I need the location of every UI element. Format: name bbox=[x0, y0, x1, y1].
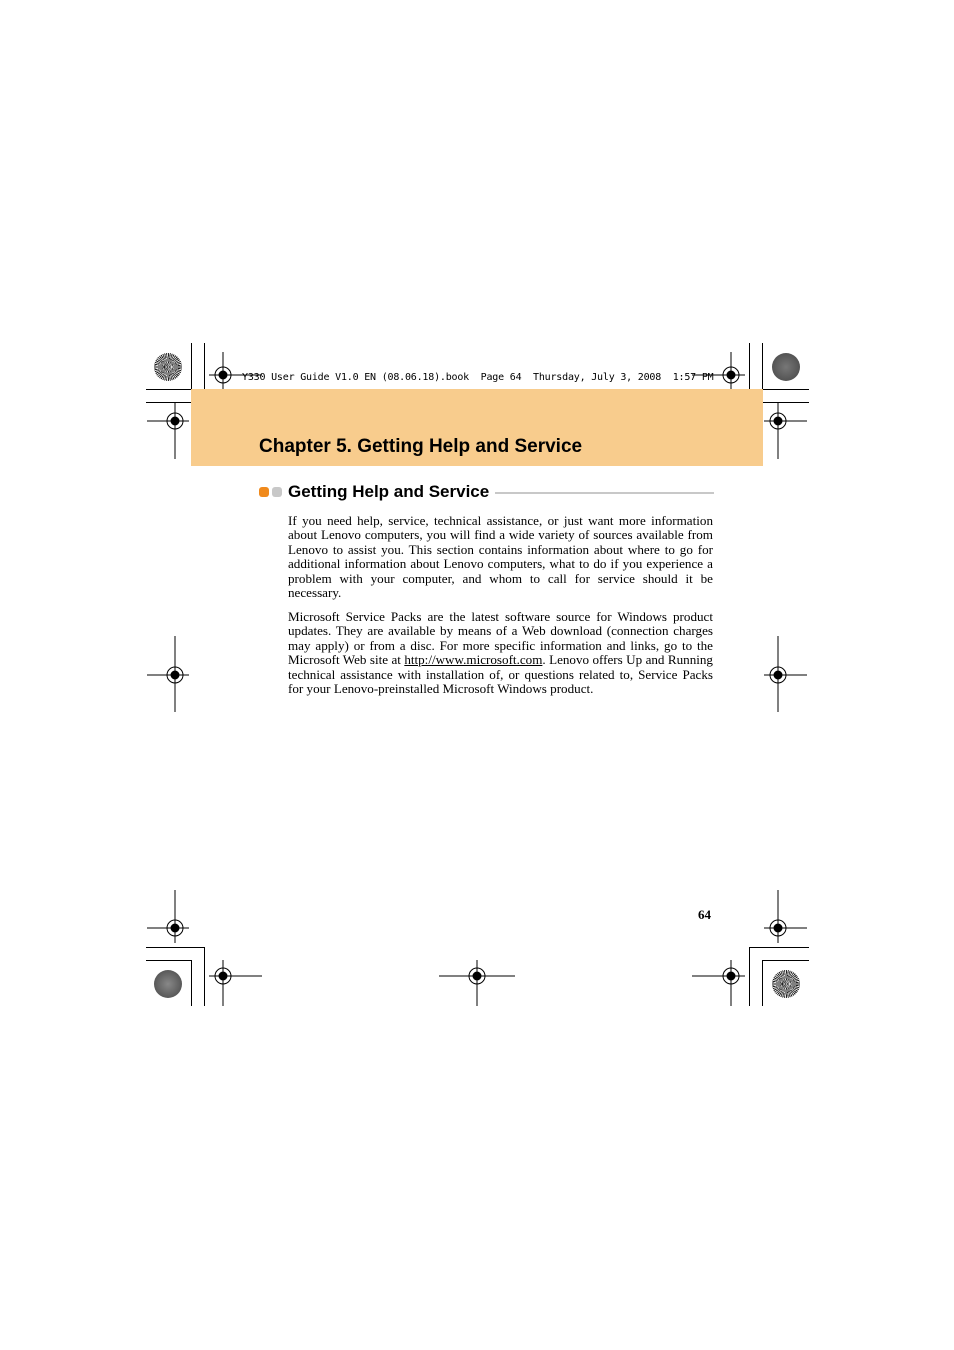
registration-mark-icon bbox=[692, 960, 745, 1006]
section-title: Getting Help and Service bbox=[288, 482, 490, 501]
gray-bullet-icon bbox=[272, 487, 282, 497]
paragraph-intro: If you need help, service, technical ass… bbox=[288, 513, 713, 601]
registration-mark-icon bbox=[147, 403, 189, 459]
registration-mark-icon bbox=[764, 403, 807, 459]
orange-bullet-icon bbox=[259, 487, 269, 497]
paragraph-text: If you need help, service, technical ass… bbox=[288, 513, 713, 601]
print-slug: Y330 User Guide V1.0 EN (08.06.18).book … bbox=[242, 372, 714, 383]
registration-mark-icon bbox=[147, 890, 189, 943]
microsoft-link[interactable]: http://www.microsoft.com bbox=[404, 652, 542, 667]
registration-mark-icon bbox=[439, 960, 515, 1006]
registration-mark-icon bbox=[209, 960, 262, 1006]
registration-mark-icon bbox=[147, 636, 189, 712]
chapter-title: Chapter 5. Getting Help and Service bbox=[259, 436, 583, 457]
registration-mark-icon bbox=[764, 636, 807, 712]
section-rule bbox=[495, 492, 714, 494]
section-heading: Getting Help and Service bbox=[259, 482, 714, 502]
registration-mark-icon bbox=[764, 890, 807, 943]
page-number: 64 bbox=[698, 907, 711, 922]
paragraph-service-packs: Microsoft Service Packs are the latest s… bbox=[288, 609, 713, 696]
